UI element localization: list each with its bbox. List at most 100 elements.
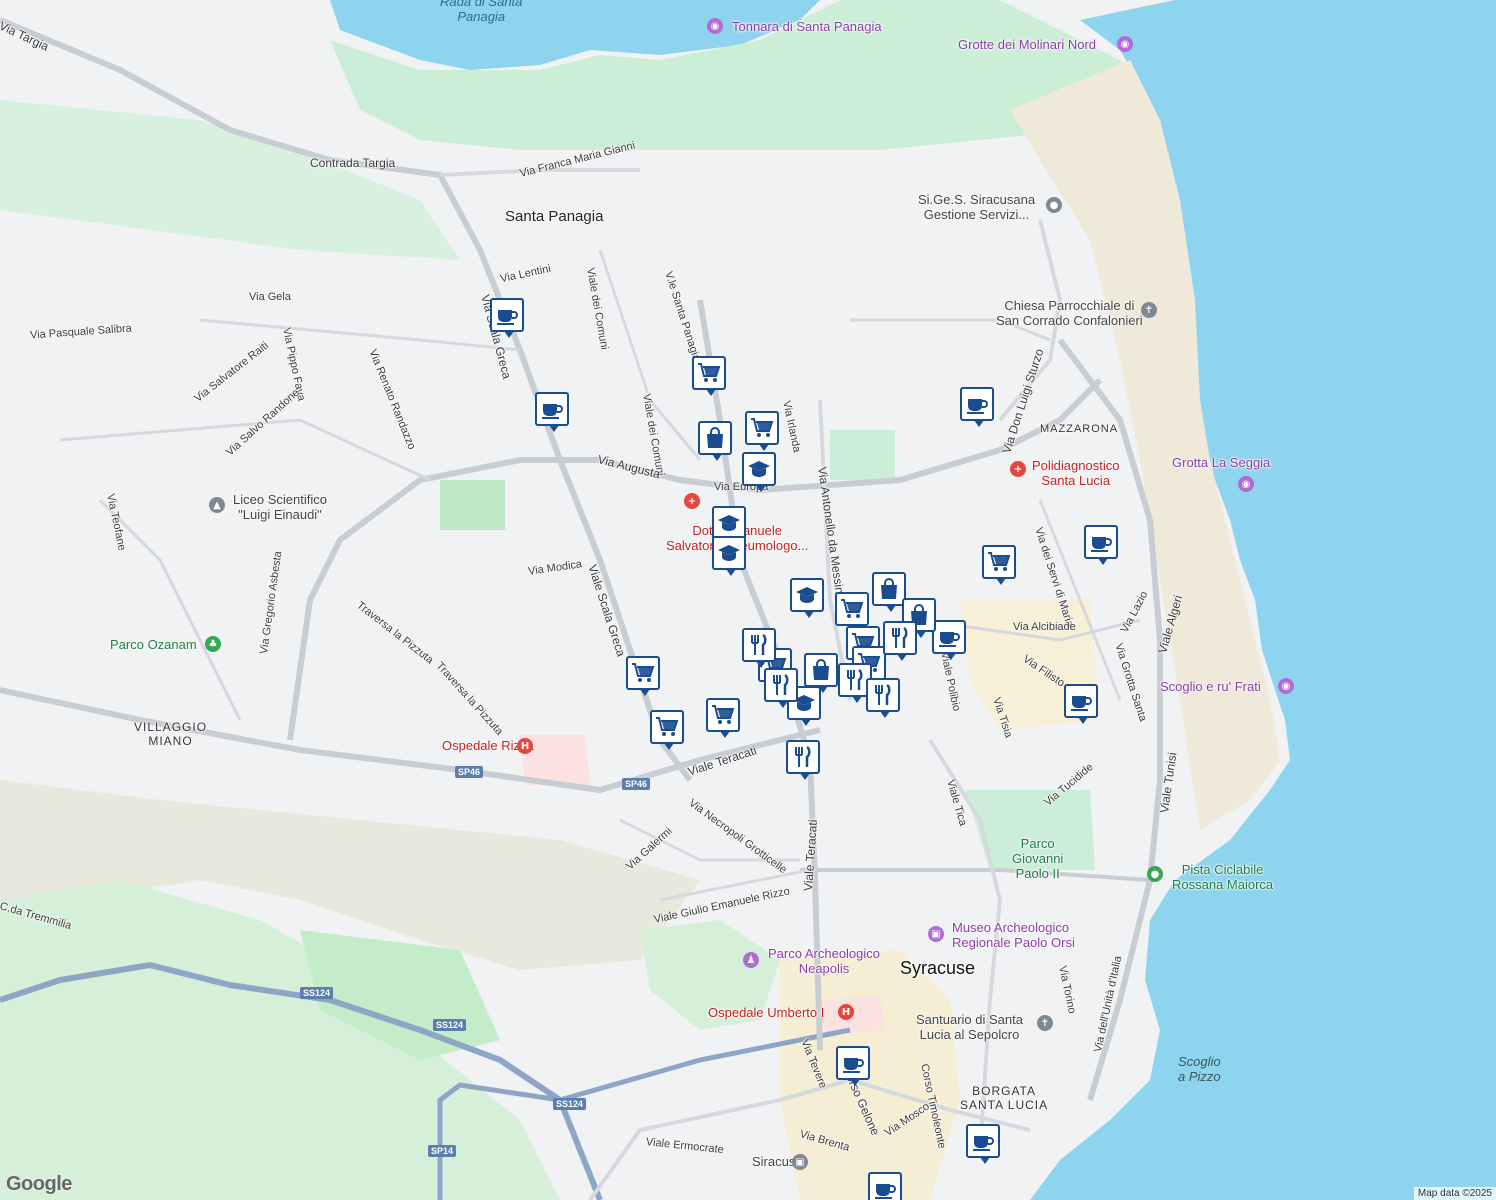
shopping-bag-icon — [877, 577, 901, 601]
map-canvas[interactable]: Rada di Santa Panagia Tonnara di Santa P… — [0, 0, 1496, 1200]
map-marker-shopping-cart-11[interactable] — [745, 411, 779, 451]
google-logo[interactable]: Google — [6, 1173, 72, 1196]
label-mazzarona: MAZZARONA — [1040, 423, 1119, 435]
restaurant-icon — [791, 745, 815, 769]
shopping-cart-icon — [631, 661, 655, 685]
coffee-icon — [495, 303, 519, 327]
map-marker-school-26[interactable] — [712, 536, 746, 576]
photo-poi-icon[interactable]: ◉ — [707, 18, 723, 34]
map-marker-restaurant-31[interactable] — [764, 668, 798, 708]
restaurant-icon — [843, 668, 867, 692]
hospital-icon[interactable]: + — [684, 493, 700, 509]
shopping-cart-icon — [655, 715, 679, 739]
map-marker-restaurant-33[interactable] — [866, 678, 900, 718]
map-marker-coffee-5[interactable] — [932, 620, 966, 660]
map-marker-shopping-cart-16[interactable] — [626, 656, 660, 696]
church-icon[interactable]: ✝ — [1037, 1015, 1053, 1031]
label-via-alcibiade: Via Alcibiade — [1013, 621, 1076, 633]
map-marker-shopping-cart-17[interactable] — [650, 710, 684, 750]
map-attribution[interactable]: Map data ©2025 — [1413, 1187, 1496, 1200]
school-icon — [717, 541, 741, 565]
shopping-cart-icon — [697, 361, 721, 385]
museum-icon[interactable]: ▣ — [928, 926, 944, 942]
hospital-icon[interactable]: H — [517, 738, 533, 754]
map-marker-coffee-8[interactable] — [966, 1124, 1000, 1164]
label-parco-giovanni: Parco Giovanni Paolo II — [1012, 836, 1064, 881]
shopping-bag-icon — [703, 426, 727, 450]
shopping-cart-icon — [987, 550, 1011, 574]
label-museo: Museo Archeologico Regionale Paolo Orsi — [952, 920, 1075, 950]
label-villaggio-miano: VILLAGGIO MIANO — [134, 720, 208, 748]
map-marker-school-25[interactable] — [712, 506, 746, 546]
map-marker-coffee-3[interactable] — [960, 387, 994, 427]
shopping-cart-icon — [750, 416, 774, 440]
label-liceo: Liceo Scientifico "Luigi Einaudi" — [233, 492, 327, 522]
shield-sp14: SP14 — [428, 1145, 457, 1157]
coffee-icon — [1089, 530, 1113, 554]
map-marker-shopping-cart-13[interactable] — [835, 592, 869, 632]
label-ospedale-umberto: Ospedale Umberto I — [708, 1005, 825, 1020]
shopping-bag-icon — [809, 658, 833, 682]
shield-ss124-b: SS124 — [433, 1019, 467, 1031]
hospital-icon[interactable]: H — [838, 1004, 854, 1020]
restaurant-icon — [871, 683, 895, 707]
label-tonnara: Tonnara di Santa Panagia — [732, 19, 882, 34]
label-contrada-targia: Contrada Targia — [310, 156, 396, 170]
label-sigess: Si.Ge.S. Siracusana Gestione Servizi... — [918, 192, 1036, 222]
coffee-icon — [937, 625, 961, 649]
photo-poi-icon[interactable]: ◉ — [1117, 36, 1133, 52]
school-icon — [747, 457, 771, 481]
shopping-cart-icon — [840, 597, 864, 621]
label-grotta-seggia: Grotta La Seggia — [1172, 455, 1271, 470]
coffee-icon — [841, 1051, 865, 1075]
map-marker-shopping-cart-18[interactable] — [706, 698, 740, 738]
restaurant-icon — [888, 626, 912, 650]
basemap — [0, 0, 1496, 1200]
label-rada: Rada di Santa Panagia — [440, 0, 523, 24]
park-icon[interactable]: ● — [1147, 866, 1163, 882]
label-scoglio-pizzo: Scoglio a Pizzo — [1178, 1054, 1221, 1084]
map-marker-coffee-2[interactable] — [535, 392, 569, 432]
school-icon — [717, 511, 741, 535]
label-parco-ozanam: Parco Ozanam — [110, 637, 197, 652]
map-marker-coffee-4[interactable] — [1084, 525, 1118, 565]
map-marker-school-27[interactable] — [790, 578, 824, 618]
label-via-gela: Via Gela — [249, 291, 291, 303]
shield-sp46-a: SP46 — [455, 766, 484, 778]
map-marker-shopping-bag-22[interactable] — [804, 653, 838, 693]
map-marker-coffee-7[interactable] — [836, 1046, 870, 1086]
place-poi-icon[interactable]: ● — [1046, 197, 1062, 213]
coffee-icon — [971, 1129, 995, 1153]
label-scoglio-frati: Scoglio e ru' Frati — [1160, 679, 1261, 694]
restaurant-icon — [769, 673, 793, 697]
shield-sp46-b: SP46 — [622, 778, 651, 790]
map-marker-school-24[interactable] — [742, 452, 776, 492]
map-marker-shopping-cart-10[interactable] — [692, 356, 726, 396]
label-grotte-molinari: Grotte dei Molinari Nord — [958, 37, 1096, 52]
map-marker-restaurant-34[interactable] — [786, 740, 820, 780]
attraction-icon[interactable]: ♟ — [743, 952, 759, 968]
map-marker-coffee-6[interactable] — [1064, 684, 1098, 724]
label-santuario: Santuario di Santa Lucia al Sepolcro — [916, 1012, 1023, 1042]
label-parco-arch: Parco Archeologico Neapolis — [768, 946, 881, 976]
photo-poi-icon[interactable]: ◉ — [1238, 476, 1254, 492]
label-borgata: BORGATA SANTA LUCIA — [960, 1084, 1049, 1112]
map-marker-shopping-cart-12[interactable] — [982, 545, 1016, 585]
school-icon — [795, 583, 819, 607]
map-marker-coffee-1[interactable] — [490, 298, 524, 338]
coffee-icon — [965, 392, 989, 416]
label-pista-ciclabile: Pista Ciclabile Rossana Maiorca — [1172, 862, 1274, 892]
school-poi-icon[interactable]: ▲ — [209, 497, 225, 513]
map-marker-restaurant-30[interactable] — [883, 621, 917, 661]
photo-poi-icon[interactable]: ◉ — [1278, 678, 1294, 694]
church-icon[interactable]: ✝ — [1141, 302, 1157, 318]
map-marker-shopping-bag-20[interactable] — [698, 421, 732, 461]
map-marker-coffee-9[interactable] — [868, 1172, 902, 1200]
hospital-icon[interactable]: + — [1010, 461, 1026, 477]
map-marker-shopping-bag-21[interactable] — [872, 572, 906, 612]
label-polidiagnostico: Polidiagnostico Santa Lucia — [1032, 458, 1120, 488]
train-station-icon[interactable]: ▣ — [792, 1154, 808, 1170]
coffee-icon — [540, 397, 564, 421]
park-icon[interactable]: ♣ — [205, 636, 221, 652]
map-marker-restaurant-29[interactable] — [742, 628, 776, 668]
